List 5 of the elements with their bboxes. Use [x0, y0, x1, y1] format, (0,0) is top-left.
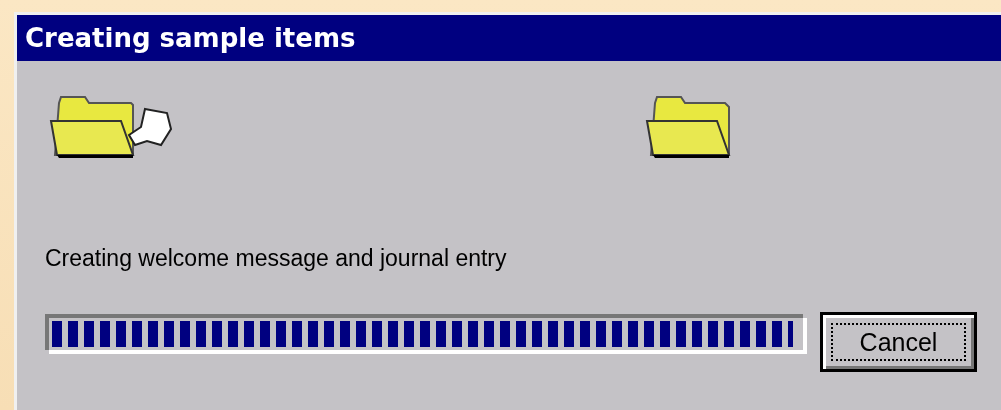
window-title: Creating sample items: [25, 23, 356, 53]
folder-with-paper-icon: [49, 95, 175, 159]
status-message: Creating welcome message and journal entry: [45, 245, 508, 272]
cancel-button[interactable]: Cancel: [820, 312, 977, 372]
folder-icon: [645, 95, 731, 159]
